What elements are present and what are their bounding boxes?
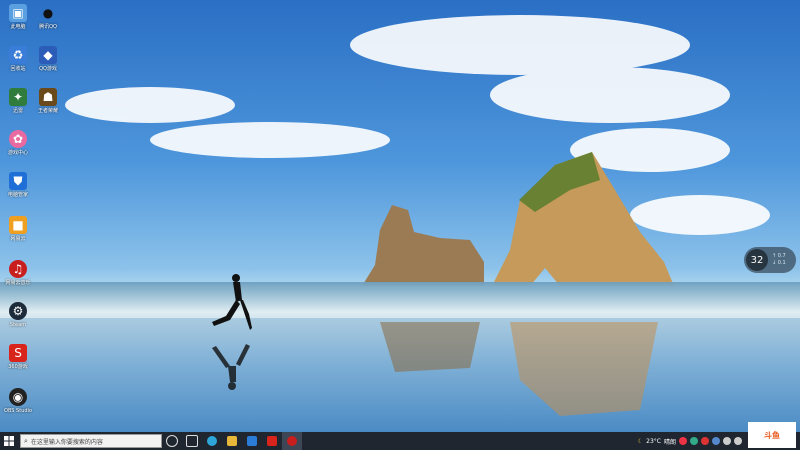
search-icon: ⌕ bbox=[24, 436, 28, 445]
tray-app-icon[interactable] bbox=[712, 437, 720, 445]
obs-icon: ◉ bbox=[9, 388, 27, 406]
tray-app-icon[interactable] bbox=[701, 437, 709, 445]
volume-icon[interactable] bbox=[734, 437, 742, 445]
tray-app-icon[interactable] bbox=[690, 437, 698, 445]
qq-penguin-icon: ● bbox=[42, 6, 54, 20]
task-view-icon[interactable] bbox=[162, 432, 182, 450]
desktop-icon-recycle-bin[interactable]: ♻ 回收站 bbox=[2, 46, 34, 72]
store-icon[interactable] bbox=[242, 432, 262, 450]
widget-upload: ↑ 0.7 bbox=[772, 253, 786, 259]
douyu-watermark: 斗鱼 bbox=[748, 422, 796, 448]
network-icon[interactable] bbox=[723, 437, 731, 445]
desktop-icon-grid: ▣ 此电脑 ● 腾讯QQ ♻ 回收站 ◆ QQ游戏 ✦ 迅雷 ☗ 王者荣耀 ✿ … bbox=[2, 0, 72, 432]
game-icon: ◆ bbox=[39, 46, 57, 64]
netease-music-icon[interactable] bbox=[282, 432, 302, 450]
box-icon: ■ bbox=[9, 216, 27, 234]
tray-temperature[interactable]: 23°C bbox=[646, 438, 661, 445]
computer-icon: ▣ bbox=[9, 4, 27, 22]
desktop-icon-qq[interactable]: ● 腾讯QQ bbox=[32, 4, 64, 30]
widgets-icon[interactable] bbox=[182, 432, 202, 450]
colorful-app-icon: ✿ bbox=[9, 130, 27, 148]
taskbar: ⌕ 在这里输入你要搜索的内容 ☾ 23°C 晴朗 bbox=[0, 432, 800, 450]
taskbar-search-input[interactable]: ⌕ 在这里输入你要搜索的内容 bbox=[20, 434, 162, 448]
desktop-icon-game-character[interactable]: ☗ 王者荣耀 bbox=[32, 88, 64, 114]
desktop-icon-thunder[interactable]: ✦ 迅雷 bbox=[2, 88, 34, 114]
thunder-icon: ✦ bbox=[9, 88, 27, 106]
red-app-icon[interactable] bbox=[262, 432, 282, 450]
shield-icon: ⛊ bbox=[9, 172, 27, 190]
desktop-icon-steam[interactable]: ⚙ Steam bbox=[2, 302, 34, 328]
network-speed-widget[interactable]: 32 ↑ 0.7 ↓ 0.1 bbox=[744, 247, 796, 273]
runner-silhouette bbox=[212, 274, 252, 330]
music-icon: ♫ bbox=[9, 260, 27, 278]
desktop-icon-this-pc[interactable]: ▣ 此电脑 bbox=[2, 4, 34, 30]
search-placeholder: 在这里输入你要搜索的内容 bbox=[30, 438, 103, 446]
system-tray: ☾ 23°C 晴朗 bbox=[638, 432, 742, 450]
desktop-icon-box[interactable]: ■ 网易云 bbox=[2, 216, 34, 242]
windows-logo-icon bbox=[4, 436, 14, 446]
tray-app-icon[interactable] bbox=[679, 437, 687, 445]
runner-reflection bbox=[212, 344, 250, 390]
start-button[interactable] bbox=[0, 432, 18, 450]
desktop-icon-obs[interactable]: ◉ OBS Studio bbox=[2, 388, 34, 414]
desktop-icon-pc-manager[interactable]: ⛊ 电脑管家 bbox=[2, 172, 34, 198]
desktop: ▣ 此电脑 ● 腾讯QQ ♻ 回收站 ◆ QQ游戏 ✦ 迅雷 ☗ 王者荣耀 ✿ … bbox=[0, 0, 800, 432]
desktop-icon-music[interactable]: ♫ 网易云音乐 bbox=[2, 260, 34, 286]
desktop-icon-360-game[interactable]: S 360游戏 bbox=[2, 344, 34, 370]
file-explorer-icon[interactable] bbox=[222, 432, 242, 450]
steam-icon: ⚙ bbox=[9, 302, 27, 320]
tray-weather[interactable]: 晴朗 bbox=[664, 437, 676, 446]
moon-weather-icon: ☾ bbox=[637, 437, 644, 445]
widget-download: ↓ 0.1 bbox=[772, 260, 786, 266]
edge-icon[interactable] bbox=[202, 432, 222, 450]
recycle-bin-icon: ♻ bbox=[9, 46, 27, 64]
desktop-icon-qq-game[interactable]: ◆ QQ游戏 bbox=[32, 46, 64, 72]
red-logo-icon: S bbox=[9, 344, 27, 362]
widget-value: 32 bbox=[746, 249, 768, 271]
watermark-text: 斗鱼 bbox=[764, 430, 780, 440]
desktop-icon-game-center[interactable]: ✿ 游戏中心 bbox=[2, 130, 34, 156]
game-character-icon: ☗ bbox=[39, 88, 57, 106]
